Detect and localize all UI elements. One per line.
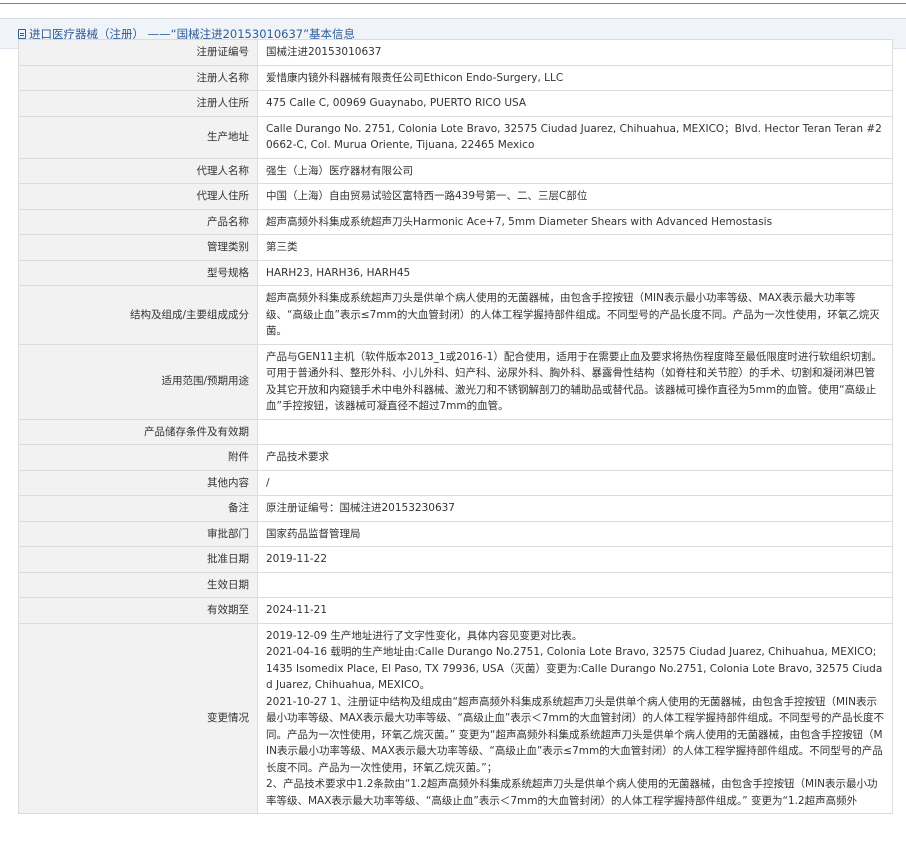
row-value: 2024-11-21 <box>257 597 893 624</box>
row-label: 附件 <box>18 444 258 471</box>
row-value: 中国（上海）自由贸易试验区富特西一路439号第一、二、三层C部位 <box>257 183 893 210</box>
table-row: 批准日期 2019-11-22 <box>18 546 893 573</box>
row-label: 其他内容 <box>18 469 258 496</box>
table-row: 附件 产品技术要求 <box>18 444 893 471</box>
change-entry: 2019-12-09 生产地址进行了文字性变化，具体内容见变更对比表。 <box>266 629 583 642</box>
row-label: 生效日期 <box>18 571 258 598</box>
row-value: Calle Durango No. 2751, Colonia Lote Bra… <box>257 115 893 159</box>
row-label: 型号规格 <box>18 259 258 286</box>
row-label: 产品储存条件及有效期 <box>18 418 258 445</box>
row-value: 第三类 <box>257 234 893 261</box>
row-label: 审批部门 <box>18 520 258 547</box>
row-value: 超声高频外科集成系统超声刀头Harmonic Ace+7, 5mm Diamet… <box>257 208 893 235</box>
row-label: 结构及组成/主要组成成分 <box>18 285 258 345</box>
table-row: 注册人住所 475 Calle C, 00969 Guaynabo, PUERTO… <box>18 90 893 117</box>
row-value <box>257 418 893 445</box>
row-value: 475 Calle C, 00969 Guaynabo, PUERTO RICO… <box>257 90 893 117</box>
table-row: 备注 原注册证编号：国械注进20153230637 <box>18 495 893 522</box>
row-value: 原注册证编号：国械注进20153230637 <box>257 495 893 522</box>
row-value: 国家药品监督管理局 <box>257 520 893 547</box>
table-row: 产品名称 超声高频外科集成系统超声刀头Harmonic Ace+7, 5mm Di… <box>18 208 893 235</box>
row-label: 注册人住所 <box>18 90 258 117</box>
info-table: 注册证编号 国械注进20153010637 注册人名称 爱惜康内镜外科器械有限责任公司… <box>18 39 893 814</box>
row-value: 国械注进20153010637 <box>257 39 893 66</box>
row-label: 有效期至 <box>18 597 258 624</box>
table-row: 生产地址 Calle Durango No. 2751, Colonia Lote… <box>18 115 893 159</box>
table-row: 产品储存条件及有效期 <box>18 418 893 445</box>
row-label: 备注 <box>18 495 258 522</box>
row-label: 适用范围/预期用途 <box>18 343 258 420</box>
row-value: 2019-11-22 <box>257 546 893 573</box>
table-row: 型号规格 HARH23, HARH36, HARH45 <box>18 259 893 286</box>
row-value: 产品与GEN11主机（软件版本2013_1或2016-1）配合使用，适用于在需要… <box>257 343 893 420</box>
table-row: 其他内容 / <box>18 469 893 496</box>
table-row: 注册证编号 国械注进20153010637 <box>18 39 893 66</box>
table-row: 有效期至 2024-11-21 <box>18 597 893 624</box>
row-value: 超声高频外科集成系统超声刀头是供单个病人使用的无菌器械，由包含手控按钮（MIN表… <box>257 285 893 345</box>
change-entry: 2、产品技术要求中1.2条款由“1.2超声高频外科集成系统超声刀头是供单个病人使… <box>266 778 878 807</box>
table-row-changes: 变更情况 2019-12-09 生产地址进行了文字性变化，具体内容见变更对比表。 2… <box>18 622 893 814</box>
document-icon <box>18 28 26 39</box>
table-row: 代理人名称 强生（上海）医疗器材有限公司 <box>18 157 893 184</box>
row-label: 变更情况 <box>18 622 258 814</box>
table-row: 生效日期 <box>18 571 893 598</box>
row-value: 强生（上海）医疗器材有限公司 <box>257 157 893 184</box>
top-divider <box>0 3 906 4</box>
info-table-body: 注册证编号 国械注进20153010637 注册人名称 爱惜康内镜外科器械有限责任公司… <box>18 39 893 814</box>
row-label: 注册证编号 <box>18 39 258 66</box>
row-label: 批准日期 <box>18 546 258 573</box>
row-label: 管理类别 <box>18 234 258 261</box>
changes-value: 2019-12-09 生产地址进行了文字性变化，具体内容见变更对比表。 2021-… <box>257 622 893 814</box>
table-row: 注册人名称 爱惜康内镜外科器械有限责任公司Ethicon Endo-Surgery… <box>18 64 893 91</box>
row-label: 产品名称 <box>18 208 258 235</box>
table-row: 管理类别 第三类 <box>18 234 893 261</box>
row-label: 生产地址 <box>18 115 258 159</box>
table-row: 代理人住所 中国（上海）自由贸易试验区富特西一路439号第一、二、三层C部位 <box>18 183 893 210</box>
row-value: HARH23, HARH36, HARH45 <box>257 259 893 286</box>
table-row: 结构及组成/主要组成成分 超声高频外科集成系统超声刀头是供单个病人使用的无菌器械，… <box>18 285 893 345</box>
change-entry: 2021-04-16 载明的生产地址由:Calle Durango No.275… <box>266 646 883 691</box>
table-row: 适用范围/预期用途 产品与GEN11主机（软件版本2013_1或2016-1）配合… <box>18 343 893 420</box>
row-label: 代理人住所 <box>18 183 258 210</box>
row-label: 代理人名称 <box>18 157 258 184</box>
row-value: 产品技术要求 <box>257 444 893 471</box>
row-value <box>257 571 893 598</box>
row-value: 爱惜康内镜外科器械有限责任公司Ethicon Endo-Surgery, LLC <box>257 64 893 91</box>
row-label: 注册人名称 <box>18 64 258 91</box>
table-row: 审批部门 国家药品监督管理局 <box>18 520 893 547</box>
change-entry: 2021-10-27 1、注册证中结构及组成由“超声高频外科集成系统超声刀头是供… <box>266 695 884 774</box>
row-value: / <box>257 469 893 496</box>
